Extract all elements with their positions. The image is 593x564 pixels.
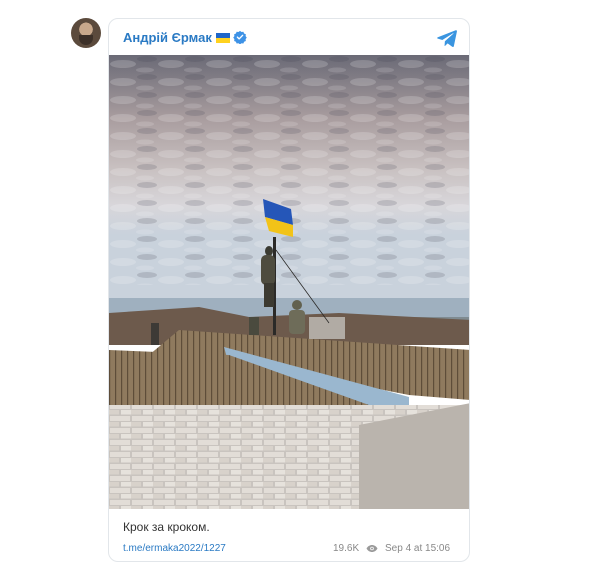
post-link[interactable]: t.me/ermaka2022/1227 [123,543,226,554]
post-caption: Крок за кроком. [123,520,210,534]
telegram-post-card: Андрій Єрмак Крок за кроком. t.me/ermaka… [108,18,470,562]
eye-icon [366,545,378,552]
view-count: 19.6K [333,543,360,554]
post-date: Sep 4 at 15:06 [385,543,451,554]
post-header: Андрій Єрмак [109,19,469,55]
channel-name-text[interactable]: Андрій Єрмак [123,30,212,45]
avatar-portrait [79,35,93,45]
post-footer: t.me/ermaka2022/1227 19.6K Sep 4 at 15:0… [109,543,469,559]
author-avatar[interactable] [71,18,101,48]
channel-name[interactable]: Андрій Єрмак [123,30,230,45]
ukraine-flag-icon [215,33,230,43]
verified-badge-icon [233,30,247,44]
post-photo[interactable] [109,55,470,509]
telegram-icon[interactable] [436,27,458,49]
